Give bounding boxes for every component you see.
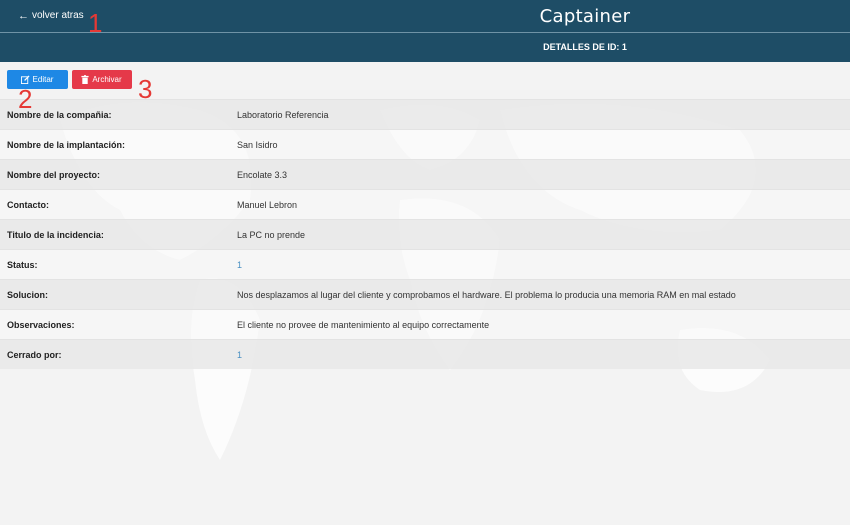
- detail-row-company: Nombre de la compañia: Laboratorio Refer…: [0, 99, 850, 129]
- app-header: ← volver atras Captainer DETALLES DE ID:…: [0, 0, 850, 62]
- detail-value: La PC no prende: [237, 229, 306, 240]
- detail-row-solution: Solucion: Nos desplazamos al lugar del c…: [0, 279, 850, 309]
- detail-row-project: Nombre del proyecto: Encolate 3.3: [0, 159, 850, 189]
- detail-label: Status:: [7, 259, 38, 270]
- detail-label: Titulo de la incidencia:: [7, 229, 104, 240]
- annotation-marker-2: 2: [18, 84, 33, 114]
- detail-label: Nombre de la compañia:: [7, 109, 112, 120]
- annotation-marker-3: 3: [138, 74, 153, 104]
- detail-label: Observaciones:: [7, 319, 75, 330]
- detail-row-contact: Contacto: Manuel Lebron: [0, 189, 850, 219]
- detail-value: El cliente no provee de mantenimiento al…: [237, 319, 490, 330]
- detail-label: Nombre del proyecto:: [7, 169, 101, 180]
- detail-label: Solucion:: [7, 289, 48, 300]
- detail-row-status: Status: 1: [0, 249, 850, 279]
- detail-value: Encolate 3.3: [237, 169, 288, 180]
- details-table: Nombre de la compañia: Laboratorio Refer…: [0, 99, 850, 369]
- trash-icon: [81, 75, 89, 84]
- header-top-bar: ← volver atras Captainer: [0, 0, 850, 33]
- edit-button[interactable]: Editar: [7, 70, 68, 89]
- archive-button-label: Archivar: [92, 75, 122, 84]
- detail-value: Nos desplazamos al lugar del cliente y c…: [237, 289, 736, 300]
- edit-icon: [20, 75, 30, 84]
- app-title: Captainer: [539, 6, 631, 27]
- detail-value: 1: [237, 349, 243, 360]
- detail-label: Cerrado por:: [7, 349, 62, 360]
- page-subtitle: DETALLES DE ID: 1: [543, 42, 627, 52]
- detail-row-implantation: Nombre de la implantación: San Isidro: [0, 129, 850, 159]
- detail-row-incident-title: Titulo de la incidencia: La PC no prende: [0, 219, 850, 249]
- detail-label: Nombre de la implantación:: [7, 139, 126, 150]
- detail-value: Laboratorio Referencia: [237, 109, 329, 120]
- detail-row-observations: Observaciones: El cliente no provee de m…: [0, 309, 850, 339]
- annotation-marker-1: 1: [88, 8, 103, 38]
- detail-value: 1: [237, 259, 243, 270]
- header-subtitle-bar: DETALLES DE ID: 1: [0, 33, 850, 62]
- detail-value: Manuel Lebron: [237, 199, 298, 210]
- edit-button-label: Editar: [32, 75, 54, 84]
- archive-button[interactable]: Archivar: [72, 70, 132, 89]
- detail-value: San Isidro: [237, 139, 278, 150]
- detail-row-closed-by: Cerrado por: 1: [0, 339, 850, 369]
- detail-label: Contacto:: [7, 199, 49, 210]
